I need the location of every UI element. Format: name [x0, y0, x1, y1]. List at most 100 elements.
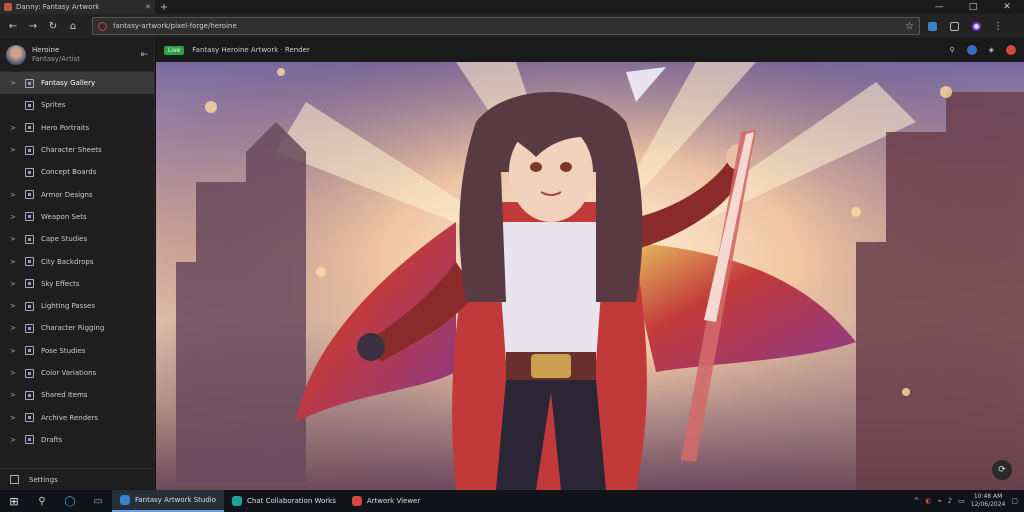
chevron-right-icon[interactable]: >: [10, 258, 18, 266]
taskbar-app-label: Chat Collaboration Works: [247, 497, 336, 505]
sidebar-collapse-icon[interactable]: ⇤: [140, 50, 148, 60]
title-bar: Danny: Fantasy Artwork ✕ + — □ ✕: [0, 0, 1024, 14]
sidebar-item[interactable]: > Sky Effects: [0, 273, 154, 295]
taskbar-app[interactable]: Fantasy Artwork Studio: [112, 490, 225, 512]
file-explorer-icon[interactable]: ▭: [84, 490, 112, 512]
taskbar: ⊞ ⚲ ◯ ▭ Fantasy Artwork Studio Chat Colla…: [0, 490, 1024, 512]
browser-tab[interactable]: Danny: Fantasy Artwork ✕: [0, 0, 155, 14]
avatar: [6, 44, 26, 65]
sidebar-item-label: Weapon Sets: [41, 212, 87, 221]
back-icon[interactable]: ←: [4, 21, 22, 32]
close-window-button[interactable]: ✕: [990, 2, 1024, 12]
chevron-right-icon[interactable]: >: [10, 213, 18, 221]
sidebar-item[interactable]: > Fantasy Gallery: [0, 72, 154, 95]
sidebar-item[interactable]: > Character Rigging: [0, 317, 154, 339]
sidebar-item-label: Cape Studies: [41, 235, 88, 244]
folder-icon: [25, 212, 34, 222]
sidebar-item[interactable]: > Character Sheets: [0, 139, 154, 161]
globe-icon[interactable]: [966, 45, 977, 55]
sidebar-item-label: Lighting Passes: [41, 302, 95, 311]
chevron-right-icon[interactable]: >: [10, 347, 18, 355]
sidebar-item[interactable]: > Drafts: [0, 429, 154, 451]
sidebar-item-label: Archive Renders: [41, 413, 98, 422]
status-badge: Live: [164, 45, 185, 55]
forward-icon[interactable]: →: [24, 21, 42, 32]
tray-app-icon[interactable]: ◐: [925, 497, 931, 505]
folder-icon: [25, 346, 34, 356]
profile-name: Heroine: [32, 45, 60, 54]
share-icon[interactable]: ⚲: [949, 46, 954, 54]
chevron-right-icon[interactable]: >: [10, 79, 18, 87]
sidebar-item[interactable]: > Color Variations: [0, 362, 154, 384]
address-bar[interactable]: fantasy-artwork/pixel-forge/heroine ☆: [92, 17, 920, 35]
extension-icon[interactable]: [922, 21, 942, 31]
home-icon[interactable]: ⌂: [64, 21, 82, 32]
sidebar-footer[interactable]: Settings: [0, 468, 155, 490]
sidebar-item[interactable]: Sprites: [0, 94, 154, 116]
chevron-right-icon[interactable]: >: [10, 414, 18, 422]
sidebar-item[interactable]: > Archive Renders: [0, 406, 154, 428]
app-icon: [232, 496, 243, 506]
clock[interactable]: 10:48 AM 12/06/2024: [971, 493, 1006, 509]
sidebar-item[interactable]: > Pose Studies: [0, 340, 154, 362]
chevron-right-icon[interactable]: >: [10, 391, 18, 399]
menu-icon[interactable]: ⋮: [988, 21, 1008, 32]
network-icon[interactable]: ⌁: [937, 497, 941, 505]
main-content: Live Fantasy Heroine Artwork · Render ⚲ …: [156, 38, 1024, 490]
start-icon[interactable]: ⊞: [0, 490, 28, 512]
content-title: Fantasy Heroine Artwork · Render: [192, 46, 310, 54]
settings-icon: [10, 475, 19, 484]
clock-time: 10:48 AM: [973, 493, 1003, 500]
reload-icon[interactable]: ↻: [44, 21, 62, 32]
notification-icon[interactable]: [1006, 45, 1016, 55]
battery-icon[interactable]: ▭: [958, 497, 965, 505]
sidebar-footer-label: Settings: [29, 475, 58, 484]
sidebar-item-label: Sky Effects: [41, 279, 80, 288]
taskbar-apps: Fantasy Artwork Studio Chat Collaboration…: [112, 490, 428, 512]
folder-icon: [25, 435, 34, 445]
search-icon[interactable]: ⚲: [28, 490, 56, 512]
assistant-button[interactable]: ⟳: [992, 460, 1012, 480]
notification-center-icon[interactable]: ▢: [1011, 497, 1018, 505]
sidebar-item-label: Pose Studies: [41, 346, 86, 355]
chevron-right-icon[interactable]: >: [10, 324, 18, 332]
minimize-button[interactable]: —: [922, 2, 956, 12]
folder-icon: [25, 323, 34, 333]
sidebar-item[interactable]: > Hero Portraits: [0, 117, 154, 139]
profile-icon[interactable]: [966, 21, 986, 31]
bookmark-star-icon[interactable]: ☆: [905, 21, 914, 32]
folder-icon: [25, 100, 34, 110]
close-tab-icon[interactable]: ✕: [145, 3, 151, 11]
chevron-right-icon[interactable]: >: [10, 369, 18, 377]
sidebar-item[interactable]: > Armor Designs: [0, 183, 154, 205]
sidebar-item[interactable]: > Weapon Sets: [0, 206, 154, 228]
clock-date: 12/06/2024: [970, 501, 1006, 508]
folder-icon: [25, 190, 34, 200]
screenshot-icon[interactable]: [944, 21, 964, 31]
chevron-right-icon[interactable]: >: [10, 280, 18, 288]
sidebar-item[interactable]: > City Backdrops: [0, 250, 154, 272]
sidebar-item[interactable]: > Lighting Passes: [0, 295, 154, 317]
chevron-right-icon[interactable]: >: [10, 302, 18, 310]
tray-chevron-icon[interactable]: ^: [913, 497, 919, 505]
sidebar-item[interactable]: > Shared Items: [0, 384, 154, 406]
chevron-right-icon[interactable]: >: [10, 235, 18, 243]
new-tab-icon[interactable]: +: [155, 2, 173, 13]
chevron-right-icon[interactable]: >: [10, 436, 18, 444]
system-tray: ^ ◐ ⌁ ♪ ▭ 10:48 AM 12/06/2024 ▢: [913, 493, 1024, 509]
chevron-right-icon[interactable]: >: [10, 191, 18, 199]
maximize-button[interactable]: □: [956, 2, 990, 12]
chevron-right-icon[interactable]: >: [10, 146, 18, 154]
sidebar-item[interactable]: Concept Boards: [0, 161, 154, 183]
taskbar-app[interactable]: Artwork Viewer: [344, 490, 428, 512]
taskbar-app[interactable]: Chat Collaboration Works: [224, 490, 344, 512]
widgets-icon[interactable]: ◯: [56, 490, 84, 512]
site-info-icon[interactable]: [98, 21, 107, 31]
compass-icon[interactable]: ◈: [989, 46, 994, 54]
sidebar-item[interactable]: > Cape Studies: [0, 228, 154, 250]
tab-title: Danny: Fantasy Artwork: [16, 3, 100, 11]
chevron-right-icon[interactable]: >: [10, 124, 18, 132]
fantasy-heroine-illustration: [156, 62, 1024, 490]
profile-header[interactable]: Heroine Fantasy/Artist ⇤: [0, 38, 154, 72]
volume-icon[interactable]: ♪: [948, 497, 952, 505]
